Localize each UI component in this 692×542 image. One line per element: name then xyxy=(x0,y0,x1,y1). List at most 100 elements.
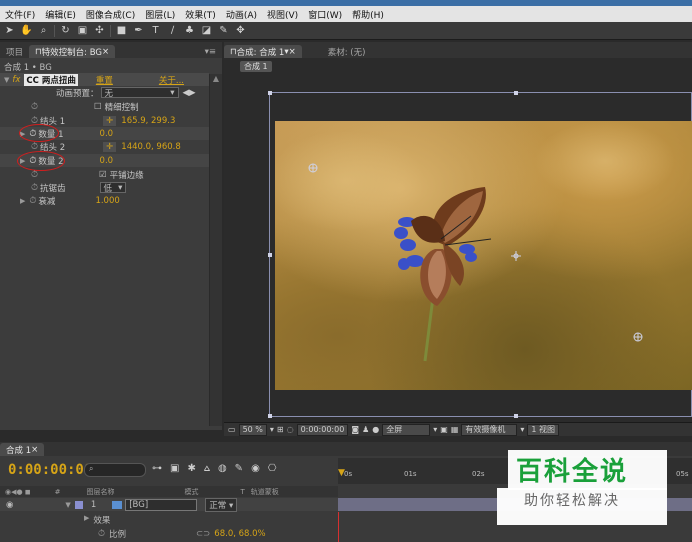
menu-item[interactable]: 动画(A) xyxy=(221,8,262,21)
rotate-tool-icon[interactable]: ↻ xyxy=(59,24,72,37)
expand-triangle-icon[interactable]: ▼ xyxy=(65,501,70,509)
close-icon[interactable]: × xyxy=(289,47,296,57)
property-value[interactable]: 0.0 xyxy=(100,129,114,139)
scale-value[interactable]: 68.0, 68.0% xyxy=(214,529,265,539)
chevron-down-icon[interactable]: ▾ xyxy=(433,425,437,434)
selection-tool-icon[interactable]: ➤ xyxy=(3,24,16,37)
eraser-tool-icon[interactable]: ◪ xyxy=(200,24,213,37)
frame-blending-icon[interactable]: ⩟ xyxy=(204,463,210,474)
stopwatch-icon[interactable]: ⏱ xyxy=(31,183,38,193)
roi-icon[interactable]: ▣ xyxy=(440,425,448,434)
fx-icon[interactable]: fx xyxy=(12,75,20,85)
property-value[interactable]: 165.9, 299.3 xyxy=(121,116,175,126)
chevron-down-icon[interactable]: ▾ xyxy=(520,425,524,434)
property-value[interactable]: 1.000 xyxy=(95,196,119,206)
stopwatch-icon[interactable]: ⏱ xyxy=(29,196,36,206)
comp-mini-flowchart-icon[interactable]: ⊶ xyxy=(152,463,162,474)
fine-control-checkbox[interactable]: ☐ xyxy=(94,102,102,112)
zoom-tool-icon[interactable]: ⌕ xyxy=(37,24,50,37)
lock-icon[interactable]: ⊓ xyxy=(35,47,42,57)
menu-item[interactable]: 编辑(E) xyxy=(40,8,81,21)
composition-breadcrumb[interactable]: 合成 1 xyxy=(240,61,272,72)
blend-mode-select[interactable]: 正常 ▾ xyxy=(205,497,238,512)
tile-edges-checkbox[interactable]: ☑ xyxy=(99,170,107,180)
menu-item[interactable]: 效果(T) xyxy=(180,8,221,21)
scroll-up-icon[interactable]: ▲ xyxy=(210,74,222,83)
puppet-tool-icon[interactable]: ✎ xyxy=(217,24,230,37)
property-value[interactable]: 1440.0, 960.8 xyxy=(121,142,180,152)
tab-effect-controls[interactable]: ⊓ 特效控制台: BG × xyxy=(29,45,116,58)
crosshair-icon[interactable]: ✛ xyxy=(103,141,117,152)
transform-handle[interactable] xyxy=(268,91,272,95)
tab-composition[interactable]: ⊓ 合成: 合成 1 ▾ × xyxy=(224,45,302,58)
keyframe-icon[interactable]: ⎔ xyxy=(268,463,277,474)
panel-menu-icon[interactable]: ▾≡ xyxy=(199,45,222,58)
crosshair-icon[interactable]: ✛ xyxy=(103,115,117,126)
views-select[interactable]: 1 视图 xyxy=(527,423,560,436)
close-icon[interactable]: × xyxy=(102,47,109,57)
transform-handle[interactable] xyxy=(268,414,272,418)
menu-item[interactable]: 文件(F) xyxy=(0,8,40,21)
tab-timeline-comp[interactable]: 合成 1 × xyxy=(0,443,45,456)
expand-triangle-icon[interactable]: ▶ xyxy=(20,197,25,205)
layer-name[interactable]: [BG] xyxy=(125,498,198,511)
playhead-icon[interactable]: ▼ xyxy=(338,468,345,478)
transform-handle[interactable] xyxy=(514,414,518,418)
tab-footage[interactable]: 素材: (无) xyxy=(322,45,372,58)
visibility-eye-icon[interactable]: ◉ xyxy=(6,500,13,510)
property-value[interactable]: 0.0 xyxy=(100,156,114,166)
current-time-field[interactable]: 0:00:00:00 xyxy=(296,423,349,436)
stopwatch-icon[interactable]: ⏱ xyxy=(31,142,38,152)
hand-tool-icon[interactable]: ✋ xyxy=(20,24,33,37)
panel-scrollbar[interactable]: ▲ xyxy=(209,74,222,426)
mask-icon[interactable]: ◌ xyxy=(287,425,294,434)
resolution-select[interactable]: 全屏 xyxy=(382,423,431,436)
expand-triangle-icon[interactable]: ▼ xyxy=(4,76,9,84)
about-link[interactable]: 关于... xyxy=(159,74,184,86)
menu-item[interactable]: 视图(V) xyxy=(262,8,303,21)
stopwatch-icon[interactable]: ⏱ xyxy=(31,170,38,180)
menu-item[interactable]: 帮助(H) xyxy=(347,8,389,21)
chevron-down-icon[interactable]: ▾ xyxy=(270,425,274,434)
clone-tool-icon[interactable]: ♣ xyxy=(183,24,196,37)
expand-triangle-icon[interactable]: ▶ xyxy=(84,514,89,526)
zoom-select[interactable]: 50 % xyxy=(238,423,267,436)
stopwatch-icon[interactable]: ⏱ xyxy=(98,529,105,539)
pan-behind-tool-icon[interactable]: ✣ xyxy=(93,24,106,37)
graph-editor-icon[interactable]: ◉ xyxy=(251,463,260,474)
text-tool-icon[interactable]: T xyxy=(149,24,162,37)
antialias-select[interactable]: 低 ▾ xyxy=(99,182,127,194)
transform-handle[interactable] xyxy=(514,91,518,95)
menu-item[interactable]: 图像合成(C) xyxy=(81,8,140,21)
shy-layers-icon[interactable]: ✱ xyxy=(187,463,195,474)
stopwatch-icon[interactable]: ⏱ xyxy=(31,102,38,112)
rectangle-tool-icon[interactable]: ■ xyxy=(115,24,128,37)
layer-row[interactable]: ◉ ▼ 1 [BG] 正常 ▾ xyxy=(0,497,338,512)
pen-tool-icon[interactable]: ✒ xyxy=(132,24,145,37)
motion-blur-icon[interactable]: ◍ xyxy=(218,463,227,474)
draft-3d-icon[interactable]: ▣ xyxy=(170,463,179,474)
camera-tool-icon[interactable]: ▣ xyxy=(76,24,89,37)
tab-project[interactable]: 项目 xyxy=(0,45,29,58)
brush-tool-icon[interactable]: ∕ xyxy=(166,24,179,37)
timeline-timecode[interactable]: 0:00:00:00 xyxy=(8,462,92,478)
label-color-swatch[interactable] xyxy=(74,500,83,509)
menu-item[interactable]: 窗口(W) xyxy=(303,8,347,21)
timeline-search-input[interactable]: ⌕ xyxy=(84,463,146,477)
preset-nav-arrows-icon[interactable]: ◀▶ xyxy=(183,88,196,98)
brainstorm-icon[interactable]: ✎ xyxy=(235,463,243,474)
camera-snapshot-icon[interactable]: ◙ xyxy=(351,425,359,434)
color-channels-icon[interactable]: ● xyxy=(372,425,379,434)
reset-link[interactable]: 重置 xyxy=(96,74,113,86)
grid-icon[interactable]: ⊞ xyxy=(277,425,284,434)
transparency-grid-icon[interactable]: ▦ xyxy=(451,425,459,434)
lock-icon[interactable]: ⊓ xyxy=(230,47,237,57)
region-icon[interactable]: ▭ xyxy=(228,425,236,434)
camera-select[interactable]: 有效摄像机 xyxy=(461,423,518,436)
menu-item[interactable]: 图层(L) xyxy=(140,8,180,21)
link-icon[interactable]: ⊂⊃ xyxy=(196,529,210,539)
close-icon[interactable]: × xyxy=(31,445,38,455)
transform-handle[interactable] xyxy=(268,253,272,257)
effect-name[interactable]: CC 两点扭曲 xyxy=(24,73,78,86)
show-snapshot-icon[interactable]: ♟ xyxy=(362,425,369,434)
